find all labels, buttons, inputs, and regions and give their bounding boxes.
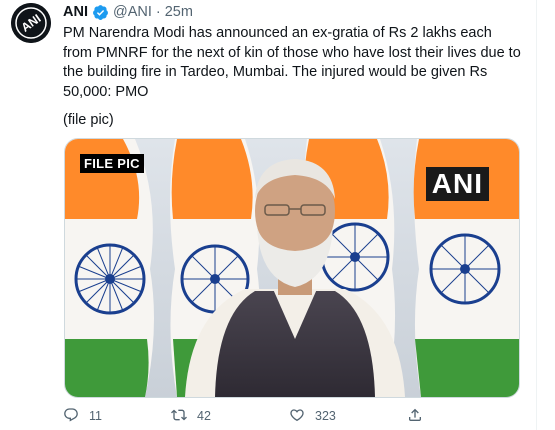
like-button[interactable]: 323 <box>289 407 407 426</box>
tweet[interactable]: ANI ANI @ANI · 25m PM Narendra Modi has … <box>0 0 536 430</box>
heart-icon <box>289 407 305 426</box>
separator-dot: · <box>155 4 161 20</box>
ani-watermark: ANI <box>425 167 489 201</box>
verified-badge-icon <box>92 4 109 21</box>
timestamp[interactable]: 25m <box>165 4 193 20</box>
tweet-actions: 11 42 323 <box>63 406 483 426</box>
retweet-icon <box>171 407 187 426</box>
retweet-count: 42 <box>197 409 211 423</box>
avatar[interactable]: ANI <box>11 3 51 43</box>
timeline-border <box>536 0 537 430</box>
author-name[interactable]: ANI <box>63 4 88 20</box>
retweet-button[interactable]: 42 <box>171 407 289 426</box>
tweet-note: (file pic) <box>63 112 114 128</box>
author-handle[interactable]: @ANI <box>113 4 152 20</box>
file-pic-label: FILE PIC <box>80 154 144 173</box>
share-button[interactable] <box>407 407 447 426</box>
reply-button[interactable]: 11 <box>63 407 171 426</box>
tweet-media-image[interactable]: FILE PIC ANI <box>64 138 520 398</box>
like-count: 323 <box>315 409 336 423</box>
share-icon <box>407 407 423 426</box>
reply-count: 11 <box>89 409 102 423</box>
tweet-text: PM Narendra Modi has announced an ex-gra… <box>63 25 525 100</box>
tweet-header: ANI @ANI · 25m <box>63 2 193 22</box>
reply-icon <box>63 407 79 426</box>
